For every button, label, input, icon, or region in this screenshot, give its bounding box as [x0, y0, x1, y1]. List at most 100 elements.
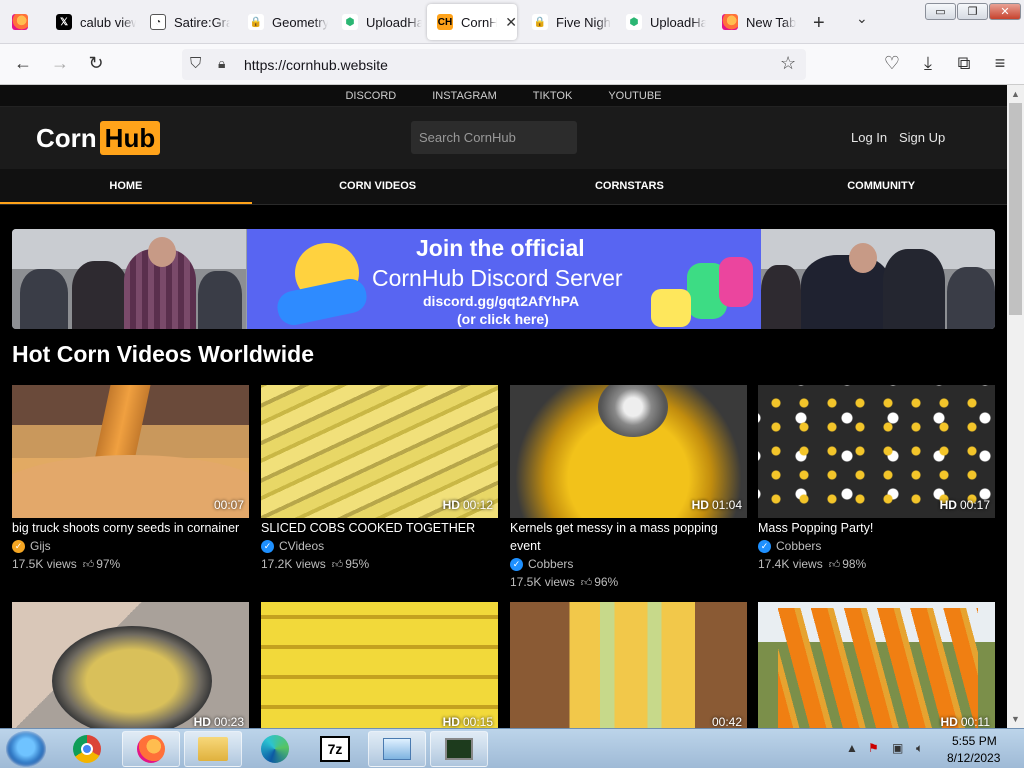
video-card[interactable]: 00:07 big truck shoots corny seeds in co… — [12, 385, 249, 574]
tab-cornhub[interactable]: CH CornH ✕ — [427, 4, 517, 40]
download-icon[interactable]: ⤓ — [917, 53, 939, 74]
back-arrow-icon[interactable]: ← — [12, 53, 34, 74]
login-link[interactable]: Log In — [851, 130, 887, 145]
video-thumbnail[interactable]: HD 00:12 — [261, 385, 498, 518]
banner-invite-link[interactable]: discord.gg/gqt2AfYhPA — [423, 293, 579, 309]
scroll-down-icon[interactable]: ▼ — [1011, 714, 1020, 724]
url-text[interactable]: https://cornhub.website — [244, 57, 388, 73]
scroll-up-icon[interactable]: ▲ — [1011, 89, 1020, 99]
tab-title: New Tab — [746, 14, 797, 30]
uploadhaven-icon: ⬢ — [626, 14, 642, 30]
show-hidden-icons-icon[interactable]: ▲ — [846, 741, 858, 755]
tab-firefox-view[interactable] — [2, 4, 40, 40]
nav-community[interactable]: COMMUNITY — [755, 169, 1007, 204]
taskbar-chrome[interactable] — [58, 731, 116, 767]
tab-new-tab[interactable]: New Tab — [712, 4, 802, 40]
volume-icon[interactable]: 🔈︎ — [916, 741, 923, 756]
video-title[interactable]: SLICED COBS COOKED TOGETHER — [261, 519, 498, 537]
reload-icon[interactable]: ↻ — [85, 53, 107, 74]
clock-time[interactable]: 5:55 PM — [952, 734, 997, 748]
nav-home[interactable]: HOME — [0, 169, 252, 204]
navigation-toolbar: ← → ↻ ⛉ 🔒︎ https://cornhub.website ☆ ♡ ⤓… — [0, 44, 1024, 85]
video-card[interactable]: HD 00:11 — [758, 602, 995, 728]
taskbar-file-explorer[interactable] — [184, 731, 242, 767]
video-channel[interactable]: ✓ CVideos — [261, 537, 498, 555]
tab-bar: 𝕏 calub view ◔ Satire:Gra 🔒 Geometry ⬢ U… — [0, 0, 1024, 44]
taskbar-control-panel[interactable] — [368, 731, 426, 767]
geometry-icon: 🔒 — [248, 14, 264, 30]
site-logo[interactable]: Corn Hub — [36, 121, 161, 155]
tab-uploadhaven-2[interactable]: ⬢ UploadHa — [616, 4, 706, 40]
taskbar-firefox[interactable] — [122, 731, 180, 767]
video-title[interactable]: Kernels get messy in a mass popping even… — [510, 519, 747, 555]
minimize-button[interactable]: ▭ — [925, 3, 956, 20]
menu-icon[interactable]: ≡ — [989, 53, 1011, 74]
scroll-thumb[interactable] — [1009, 103, 1022, 315]
video-card[interactable]: HD 01:04 Kernels get messy in a mass popp… — [510, 385, 747, 592]
extensions-icon[interactable]: ⧉ — [953, 53, 975, 74]
video-card[interactable]: HD 00:12 SLICED COBS COOKED TOGETHER ✓ CVi… — [261, 385, 498, 574]
video-title[interactable]: big truck shoots corny seeds in cornaine… — [12, 519, 249, 537]
tab-satire[interactable]: ◔ Satire:Gra — [140, 4, 230, 40]
video-channel[interactable]: ✓ Gijs — [12, 537, 249, 555]
close-window-button[interactable]: ✕ — [989, 3, 1021, 20]
video-thumbnail[interactable]: HD 00:11 — [758, 602, 995, 728]
video-title[interactable]: Mass Popping Party! — [758, 519, 995, 537]
video-duration: HD 00:12 — [442, 498, 493, 512]
firefox-icon — [722, 14, 738, 30]
shield-icon[interactable]: ⛉ — [190, 55, 201, 72]
search-input[interactable] — [411, 121, 577, 154]
network-icon[interactable]: ▣ — [892, 741, 903, 755]
bookmark-star-icon[interactable]: ☆ — [780, 53, 796, 74]
tab-five-nights[interactable]: 🔒 Five Nigh — [522, 4, 612, 40]
video-card[interactable]: 00:42 — [510, 602, 747, 728]
nav-corn-videos[interactable]: CORN VIDEOS — [252, 169, 504, 204]
close-tab-icon[interactable]: ✕ — [505, 14, 517, 31]
url-bar[interactable]: ⛉ 🔒︎ https://cornhub.website ☆ — [182, 49, 806, 80]
clock-date[interactable]: 8/12/2023 — [947, 751, 1000, 765]
channel-badge-icon: ✓ — [12, 539, 25, 553]
tab-geometry[interactable]: 🔒 Geometry — [238, 4, 328, 40]
tab-title: calub view — [80, 14, 136, 30]
video-card[interactable]: HD 00:15 — [261, 602, 498, 728]
chevron-down-icon[interactable]: ⌄ — [856, 10, 868, 27]
video-thumbnail[interactable]: 00:42 — [510, 602, 747, 728]
nav-cornstars[interactable]: CORNSTARS — [504, 169, 756, 204]
video-thumbnail[interactable]: HD 00:15 — [261, 602, 498, 728]
video-channel[interactable]: ✓ Cobbers — [758, 537, 995, 555]
tiktok-link[interactable]: TIKTOK — [533, 90, 573, 102]
taskbar-7zip[interactable]: 7z — [306, 731, 364, 767]
forward-arrow-icon[interactable]: → — [49, 53, 71, 74]
video-channel[interactable]: ✓ Cobbers — [510, 555, 747, 573]
video-thumbnail[interactable]: HD 00:17 — [758, 385, 995, 518]
video-card[interactable]: HD 00:23 — [12, 602, 249, 728]
video-card[interactable]: HD 00:17 Mass Popping Party! ✓ Cobbers 17.… — [758, 385, 995, 574]
action-center-icon[interactable]: ⚑ — [868, 741, 879, 755]
tab-title: Geometry — [272, 14, 328, 30]
signup-link[interactable]: Sign Up — [899, 130, 945, 145]
video-thumbnail[interactable]: 00:07 — [12, 385, 249, 518]
lock-icon[interactable]: 🔒︎ — [218, 55, 225, 72]
new-tab-button[interactable]: + — [813, 12, 825, 35]
pocket-icon[interactable]: ♡ — [881, 53, 903, 74]
start-button[interactable] — [6, 731, 46, 767]
page-scrollbar[interactable]: ▲ ▼ — [1007, 85, 1024, 728]
tab-uploadhaven-1[interactable]: ⬢ UploadHa — [332, 4, 422, 40]
instagram-link[interactable]: INSTAGRAM — [432, 90, 497, 102]
banner-click-here[interactable]: (or click here) — [457, 311, 549, 327]
banner-subheading: CornHub Discord Server — [372, 265, 623, 291]
maximize-button[interactable]: ❐ — [957, 3, 988, 20]
main-nav: HOME CORN VIDEOS CORNSTARS COMMUNITY — [0, 169, 1007, 205]
discord-link[interactable]: DISCORD — [345, 90, 396, 102]
banner-heading: Join the official — [416, 235, 585, 261]
video-thumbnail[interactable]: HD 00:23 — [12, 602, 249, 728]
youtube-link[interactable]: YOUTUBE — [608, 90, 661, 102]
taskbar: 7z ▲ ⚑ ▣ 🔈︎ 5:55 PM 8/12/2023 — [0, 728, 1024, 768]
video-duration: HD 00:15 — [442, 715, 493, 728]
discord-banner[interactable]: Join the official CornHub Discord Server… — [12, 229, 995, 329]
chrome-icon — [73, 735, 101, 763]
taskbar-task-manager[interactable] — [430, 731, 488, 767]
video-thumbnail[interactable]: HD 01:04 — [510, 385, 747, 518]
tab-calub[interactable]: 𝕏 calub view — [46, 4, 136, 40]
taskbar-edge[interactable] — [246, 731, 304, 767]
